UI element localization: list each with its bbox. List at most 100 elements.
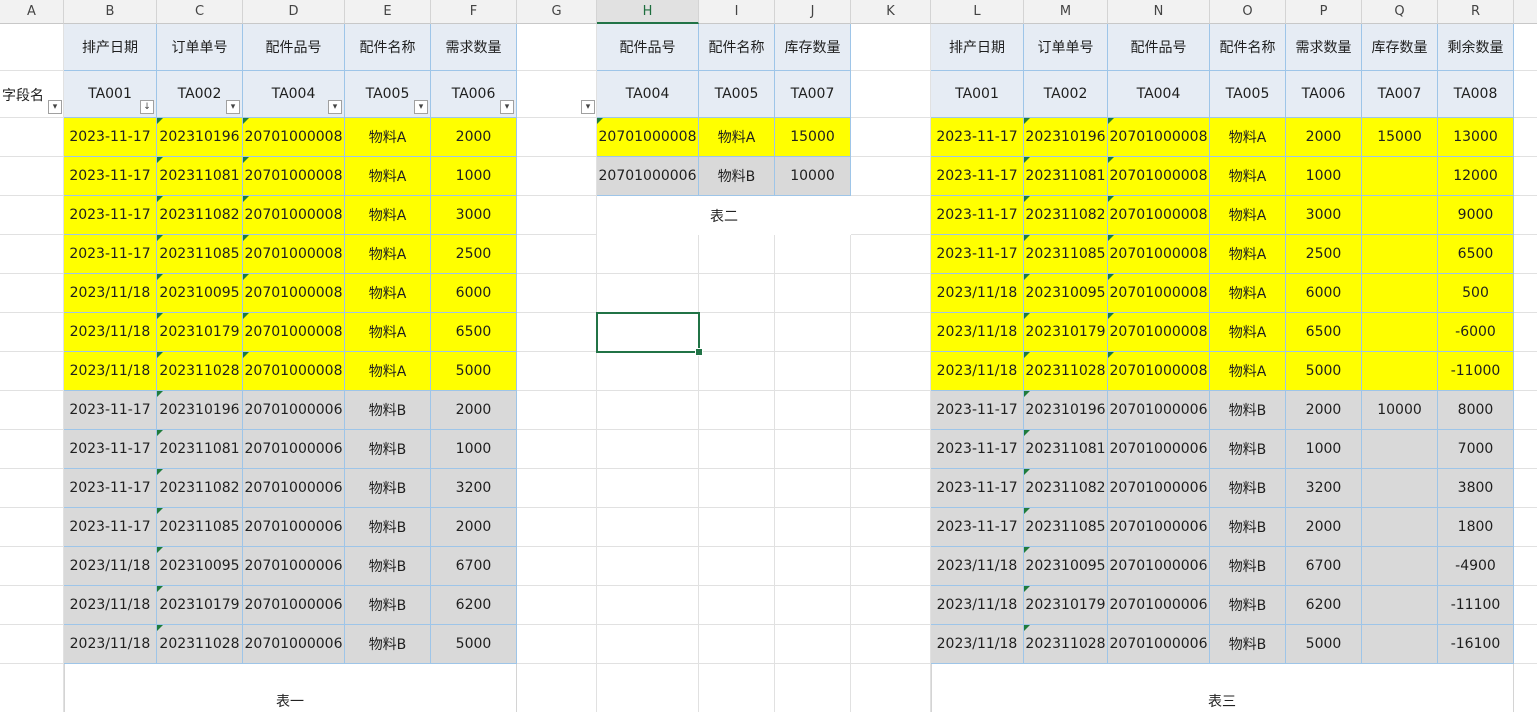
table2-cell[interactable]: 10000 (775, 157, 851, 196)
table3-cell[interactable]: 物料B (1210, 586, 1286, 625)
table3-cell[interactable]: 202311085 (1024, 508, 1108, 547)
table1-cell[interactable]: 物料B (345, 469, 431, 508)
table3-cell[interactable]: 2023-11-17 (931, 235, 1024, 274)
table3-cell[interactable]: 9000 (1438, 196, 1514, 235)
table3-cell[interactable]: 202311082 (1024, 196, 1108, 235)
table2-cell[interactable]: 20701000006 (597, 157, 699, 196)
table3-cell[interactable]: 20701000006 (1108, 469, 1210, 508)
table1-cell[interactable]: 20701000006 (243, 469, 345, 508)
table3-cell[interactable]: 500 (1438, 274, 1514, 313)
table1-cell[interactable]: 2023-11-17 (64, 508, 157, 547)
table1-cell[interactable]: 1000 (431, 430, 517, 469)
column-header-m[interactable]: M (1024, 0, 1108, 24)
fill-handle[interactable] (695, 348, 703, 356)
table3-cell[interactable]: 2023/11/18 (931, 625, 1024, 664)
table3-cell[interactable]: 2023-11-17 (931, 391, 1024, 430)
table1-cell[interactable]: 2023/11/18 (64, 586, 157, 625)
table3-cell[interactable]: 物料A (1210, 118, 1286, 157)
table3-cell[interactable]: 202310196 (1024, 118, 1108, 157)
table3-cell[interactable]: 2023/11/18 (931, 352, 1024, 391)
table1-cell[interactable]: 20701000008 (243, 274, 345, 313)
table3-cell[interactable]: 20701000006 (1108, 586, 1210, 625)
table3-cell[interactable]: 物料B (1210, 469, 1286, 508)
table3-cell[interactable]: 20701000006 (1108, 391, 1210, 430)
column-header-p[interactable]: P (1286, 0, 1362, 24)
table1-cell[interactable]: 20701000006 (243, 547, 345, 586)
table3-cell[interactable] (1362, 157, 1438, 196)
table1-cell[interactable]: 5000 (431, 625, 517, 664)
table3-cell[interactable]: 6700 (1286, 547, 1362, 586)
table1-cell[interactable]: 20701000006 (243, 586, 345, 625)
column-header-n[interactable]: N (1108, 0, 1210, 24)
table3-cell[interactable]: 2500 (1286, 235, 1362, 274)
column-header-o[interactable]: O (1210, 0, 1286, 24)
table3-cell[interactable]: 6500 (1438, 235, 1514, 274)
filter-dropdown-icon[interactable]: ▾ (226, 100, 240, 114)
table3-cell[interactable]: 物料A (1210, 352, 1286, 391)
table3-cell[interactable]: 2023-11-17 (931, 196, 1024, 235)
table1-cell[interactable]: 202310179 (157, 313, 243, 352)
table3-cell[interactable]: 3000 (1286, 196, 1362, 235)
table3-cell[interactable]: -16100 (1438, 625, 1514, 664)
table3-cell[interactable]: -11000 (1438, 352, 1514, 391)
table3-cell[interactable]: 6500 (1286, 313, 1362, 352)
table3-cell[interactable] (1362, 508, 1438, 547)
table1-cell[interactable]: 202311028 (157, 625, 243, 664)
table3-cell[interactable]: 3200 (1286, 469, 1362, 508)
table3-cell[interactable] (1362, 235, 1438, 274)
table3-cell[interactable]: 2023-11-17 (931, 430, 1024, 469)
table3-cell[interactable] (1362, 625, 1438, 664)
column-header-i[interactable]: I (699, 0, 775, 24)
table3-cell[interactable]: 6000 (1286, 274, 1362, 313)
table3-cell[interactable]: -6000 (1438, 313, 1514, 352)
table1-cell[interactable]: 202310095 (157, 547, 243, 586)
sort-filter-icon[interactable]: ↓ (140, 100, 154, 114)
table3-cell[interactable]: 物料B (1210, 508, 1286, 547)
table1-cell[interactable]: 20701000006 (243, 625, 345, 664)
table1-cell[interactable]: 2023/11/18 (64, 274, 157, 313)
table1-cell[interactable]: 202311028 (157, 352, 243, 391)
table3-cell[interactable] (1362, 352, 1438, 391)
table3-cell[interactable]: 2023-11-17 (931, 508, 1024, 547)
table3-cell[interactable]: 202311085 (1024, 235, 1108, 274)
table1-cell[interactable]: 2023-11-17 (64, 157, 157, 196)
table1-cell[interactable]: 20701000008 (243, 157, 345, 196)
table3-cell[interactable]: 10000 (1362, 391, 1438, 430)
table3-cell[interactable]: 20701000008 (1108, 313, 1210, 352)
table3-cell[interactable]: 2000 (1286, 508, 1362, 547)
table3-cell[interactable]: 1000 (1286, 430, 1362, 469)
filter-dropdown-icon[interactable]: ▾ (328, 100, 342, 114)
table1-cell[interactable]: 2000 (431, 118, 517, 157)
table1-cell[interactable]: 202311081 (157, 430, 243, 469)
table1-cell[interactable]: 6200 (431, 586, 517, 625)
table3-cell[interactable]: 202310095 (1024, 274, 1108, 313)
table1-cell[interactable]: 2023/11/18 (64, 547, 157, 586)
table1-cell[interactable]: 物料B (345, 586, 431, 625)
table1-cell[interactable]: 6500 (431, 313, 517, 352)
table2-cell[interactable]: 物料A (699, 118, 775, 157)
table3-cell[interactable]: 8000 (1438, 391, 1514, 430)
column-header-r[interactable]: R (1438, 0, 1514, 24)
table1-cell[interactable]: 3000 (431, 196, 517, 235)
filter-dropdown-icon[interactable]: ▾ (414, 100, 428, 114)
table1-cell[interactable]: 物料B (345, 391, 431, 430)
table1-cell[interactable]: 202310196 (157, 118, 243, 157)
table3-cell[interactable]: 13000 (1438, 118, 1514, 157)
table1-cell[interactable]: 物料A (345, 157, 431, 196)
column-header-j[interactable]: J (775, 0, 851, 24)
table1-cell[interactable]: 2023-11-17 (64, 430, 157, 469)
table1-cell[interactable]: 物料B (345, 508, 431, 547)
column-header-a[interactable]: A (0, 0, 64, 24)
table3-cell[interactable]: 20701000006 (1108, 508, 1210, 547)
table3-cell[interactable]: 202311082 (1024, 469, 1108, 508)
table3-cell[interactable]: 物料A (1210, 235, 1286, 274)
table3-cell[interactable]: 物料B (1210, 430, 1286, 469)
table3-cell[interactable] (1362, 196, 1438, 235)
table3-cell[interactable]: 15000 (1362, 118, 1438, 157)
column-header-g[interactable]: G (517, 0, 597, 24)
column-header-b[interactable]: B (64, 0, 157, 24)
column-header-h[interactable]: H (597, 0, 699, 24)
table1-cell[interactable]: 6700 (431, 547, 517, 586)
table3-cell[interactable]: 5000 (1286, 352, 1362, 391)
table1-cell[interactable]: 2000 (431, 391, 517, 430)
